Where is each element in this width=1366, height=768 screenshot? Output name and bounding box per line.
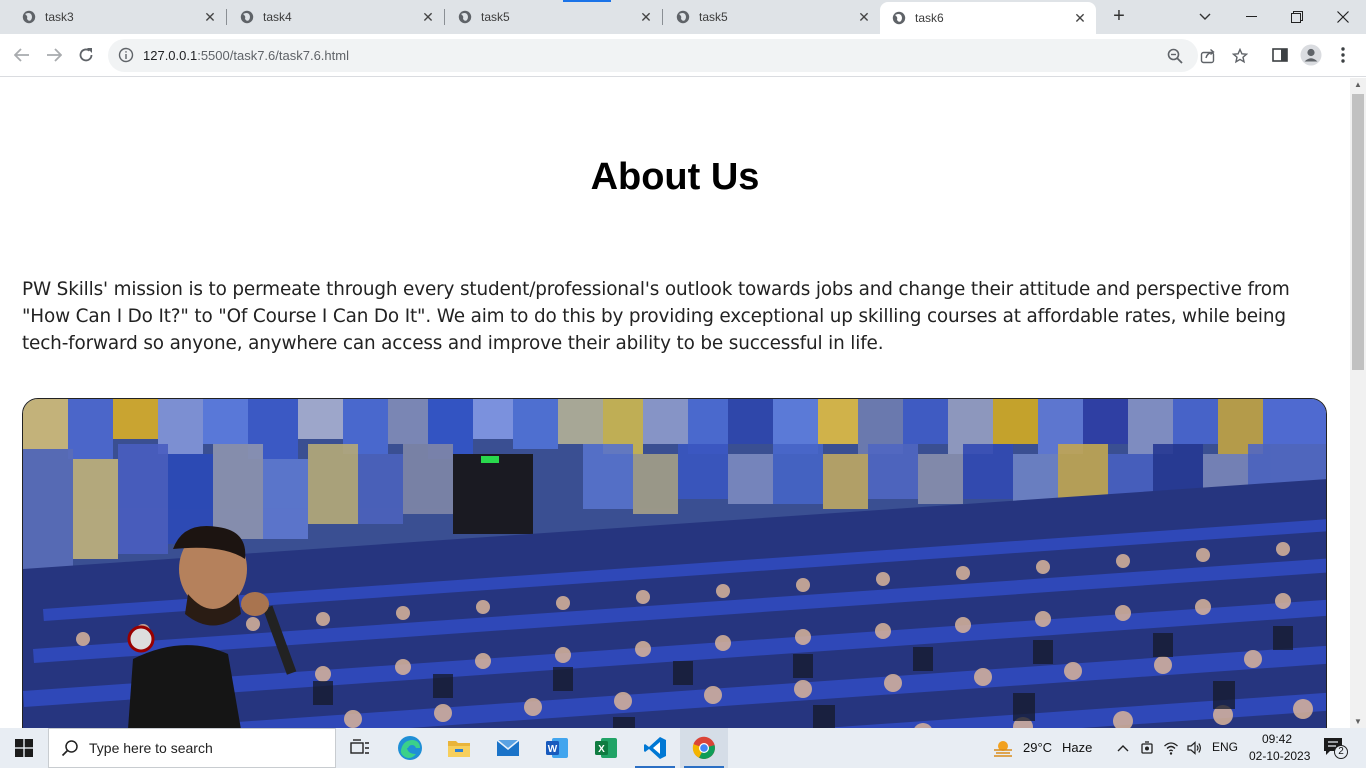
globe-icon <box>458 10 472 24</box>
taskbar-mail[interactable] <box>484 728 532 768</box>
volume-icon[interactable] <box>1186 740 1202 756</box>
new-tab-button[interactable]: + <box>1108 6 1130 28</box>
chevron-up-icon[interactable] <box>1115 740 1131 756</box>
notification-center-button[interactable]: 2 <box>1322 736 1348 760</box>
vscode-icon <box>644 737 666 759</box>
scroll-up-icon[interactable]: ▲ <box>1354 80 1362 89</box>
mission-paragraph: PW Skills' mission is to permeate throug… <box>22 279 1290 354</box>
mail-icon <box>496 739 520 756</box>
profile-avatar-icon[interactable] <box>1300 44 1322 66</box>
auditorium-photo <box>23 399 1326 728</box>
svg-text:W: W <box>548 744 558 755</box>
globe-icon <box>240 10 254 24</box>
clock-time[interactable]: 09:42 <box>1262 732 1292 746</box>
minimize-icon <box>1245 16 1257 17</box>
word-icon: W <box>546 738 568 758</box>
tab-task4[interactable]: task4 ✕ <box>218 0 444 34</box>
close-icon[interactable]: ✕ <box>420 9 436 25</box>
wifi-icon[interactable] <box>1163 740 1179 756</box>
browser-toolbar: 127.0.0.1:5500/task7.6/task7.6.html <box>0 34 1366 77</box>
close-icon[interactable]: ✕ <box>638 9 654 25</box>
search-icon <box>61 740 78 757</box>
taskbar-word[interactable]: W <box>533 728 581 768</box>
back-button[interactable] <box>9 42 35 68</box>
folder-icon <box>448 741 470 757</box>
close-icon[interactable]: ✕ <box>856 9 872 25</box>
page-title: About Us <box>590 156 760 198</box>
side-panel-icon[interactable] <box>1271 46 1289 64</box>
tab-task5[interactable]: task5 ✕ <box>436 0 662 34</box>
reload-icon <box>79 48 93 62</box>
tab-task5-second[interactable]: task5 ✕ <box>654 0 880 34</box>
svg-text:X: X <box>598 744 605 755</box>
more-options-icon[interactable] <box>1334 46 1352 64</box>
close-icon <box>1337 11 1349 23</box>
language-indicator[interactable]: ENG <box>1212 740 1238 754</box>
chrome-icon <box>692 736 715 759</box>
task-view-button[interactable] <box>336 728 384 768</box>
taskbar-file-explorer[interactable] <box>435 728 483 768</box>
notification-badge: 2 <box>1334 745 1348 759</box>
taskbar-search-box[interactable]: Type here to search <box>48 728 336 768</box>
url-path: :5500/task7.6/task7.6.html <box>197 48 349 63</box>
globe-icon <box>892 11 906 25</box>
arrow-right-icon <box>47 48 62 62</box>
share-icon[interactable] <box>1200 48 1216 64</box>
restore-icon <box>1291 11 1303 23</box>
tab-strip: task3 ✕ task4 ✕ task5 ✕ task5 ✕ task6 ✕ … <box>0 0 1366 34</box>
tab-title: task4 <box>263 10 292 24</box>
weather-desc[interactable]: Haze <box>1062 740 1092 755</box>
tab-title: task5 <box>699 10 728 24</box>
clock-date[interactable]: 02-10-2023 <box>1249 749 1310 763</box>
globe-icon <box>22 10 36 24</box>
scroll-down-icon[interactable]: ▼ <box>1354 717 1362 726</box>
meet-now-icon[interactable] <box>1139 740 1155 756</box>
taskbar-vscode[interactable] <box>631 728 679 768</box>
scrollbar-thumb[interactable] <box>1352 94 1364 370</box>
forward-button[interactable] <box>41 42 67 68</box>
url-host: 127.0.0.1 <box>143 48 198 63</box>
address-bar[interactable]: 127.0.0.1:5500/task7.6/task7.6.html <box>108 39 1248 72</box>
page-viewport: About Us PW Skills' mission is to permea… <box>0 78 1350 728</box>
windows-taskbar: Type here to search W X 29°C Haze ENG 09… <box>0 728 1366 768</box>
search-placeholder: Type here to search <box>89 740 213 756</box>
star-icon[interactable] <box>1232 48 1248 64</box>
taskbar-chrome[interactable] <box>680 728 728 768</box>
close-icon[interactable]: ✕ <box>1072 10 1088 26</box>
reload-button[interactable] <box>73 42 99 68</box>
edge-icon <box>398 736 422 760</box>
task-view-icon <box>350 739 369 754</box>
taskbar-edge[interactable] <box>386 728 434 768</box>
tab-title: task3 <box>45 10 74 24</box>
arrow-left-icon <box>14 48 29 62</box>
zoom-icon[interactable] <box>1167 48 1183 64</box>
close-window-button[interactable] <box>1320 0 1366 34</box>
close-icon[interactable]: ✕ <box>202 9 218 25</box>
start-button[interactable] <box>0 728 48 768</box>
minimize-button[interactable] <box>1228 0 1274 34</box>
tab-task6[interactable]: task6 ✕ <box>880 2 1096 34</box>
tab-task3[interactable]: task3 ✕ <box>0 0 226 34</box>
windows-logo-icon <box>15 739 33 757</box>
url-text: 127.0.0.1:5500/task7.6/task7.6.html <box>143 48 349 63</box>
hero-image <box>22 398 1327 728</box>
tab-title: task5 <box>481 10 510 24</box>
tab-search-button[interactable] <box>1182 0 1228 34</box>
weather-temp[interactable]: 29°C <box>1023 740 1052 755</box>
excel-icon: X <box>595 738 617 758</box>
restore-button[interactable] <box>1274 0 1320 34</box>
taskbar-excel[interactable]: X <box>582 728 630 768</box>
page-scrollbar[interactable]: ▲ ▼ <box>1350 78 1366 728</box>
info-icon[interactable] <box>118 47 134 63</box>
weather-haze-icon[interactable] <box>992 738 1014 758</box>
tab-title: task6 <box>915 11 944 25</box>
globe-icon <box>676 10 690 24</box>
chevron-down-icon <box>1199 13 1211 20</box>
